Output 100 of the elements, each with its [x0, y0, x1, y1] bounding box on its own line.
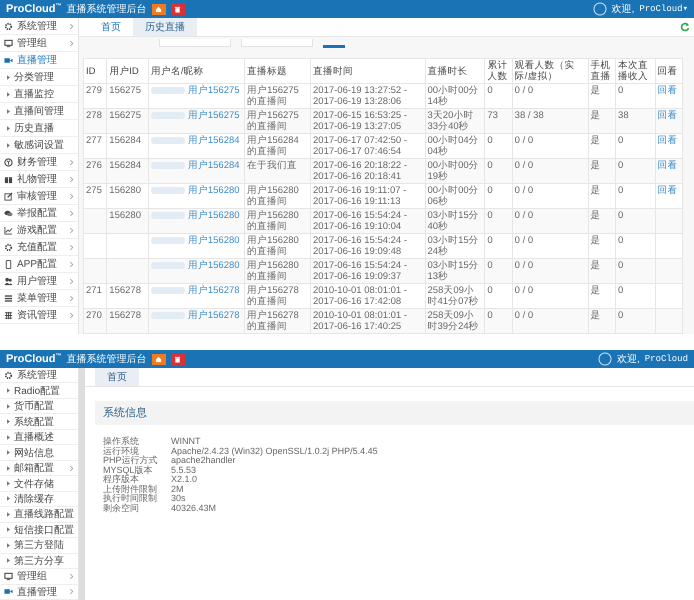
table-cell: 275 — [86, 185, 102, 196]
table-cell: 是 — [590, 210, 601, 221]
table-cell: 03小时15分24秒 — [428, 235, 479, 257]
table-cell: 用户156280的直播间 — [247, 235, 299, 257]
submenu-item[interactable]: 货币配置 — [0, 398, 78, 414]
tab[interactable]: 首页 — [95, 368, 139, 386]
avatar-icon[interactable] — [592, 2, 607, 16]
home-button[interactable] — [152, 4, 166, 14]
table-cell: 在于我们直 — [247, 160, 298, 171]
table-cell: 0 — [618, 285, 624, 296]
monitor-icon — [4, 572, 13, 581]
sidebar-item[interactable]: 系统管理 — [0, 368, 78, 384]
greeting: 欢迎, — [617, 352, 640, 366]
gear-icon — [4, 242, 13, 252]
sidebar-item[interactable]: 系统管理 — [0, 18, 78, 35]
coin-icon — [4, 158, 13, 166]
app-title: 直播系统管理后台 — [66, 2, 146, 16]
edit-icon — [4, 192, 13, 200]
table-cell: 0 / 0 — [514, 160, 534, 171]
tab[interactable]: 历史直播 — [133, 18, 197, 36]
submenu-item[interactable]: 直播间管理 — [0, 103, 78, 120]
trash-button[interactable] — [170, 354, 184, 364]
phone-icon — [4, 260, 13, 268]
table-cell: 258天09小时39分24秒 — [428, 310, 479, 332]
sidebar-item[interactable]: 用户管理 — [0, 273, 78, 290]
info-value: 2M — [171, 484, 185, 494]
submenu-item[interactable]: 直播概述 — [0, 430, 78, 446]
submenu-item[interactable]: 敏感词设置 — [0, 137, 78, 154]
chevron-icon — [69, 278, 74, 284]
table-cell: 用户156275的直播间 — [247, 85, 299, 107]
user-menu[interactable]: ProCloud — [644, 354, 688, 364]
table-cell: 0 / 0 — [514, 185, 534, 196]
sidebar-item[interactable]: 直播管理 — [0, 584, 78, 600]
table-cell: 0 — [618, 160, 624, 171]
column-header: ID — [84, 58, 107, 84]
submenu-item[interactable]: 第三方分享 — [0, 554, 78, 570]
submenu-item[interactable]: 系统配置 — [0, 414, 78, 430]
submenu-item[interactable]: 直播监控 — [0, 86, 78, 103]
caret-icon — [7, 126, 10, 130]
sidebar-item[interactable]: 菜单管理 — [0, 290, 78, 307]
camera-icon — [4, 56, 13, 64]
scrollbar[interactable] — [79, 368, 85, 600]
sidebar-item[interactable]: 充值配置 — [0, 239, 78, 256]
gear-icon — [4, 22, 13, 30]
logo: ProCloud$^{™}$ — [6, 3, 62, 15]
refresh-icon[interactable] — [680, 22, 690, 32]
column-header: 直播时长 — [425, 58, 485, 84]
submenu-item[interactable]: 第三方登陆 — [0, 538, 78, 554]
trash-icon — [174, 6, 181, 12]
chevron-icon — [69, 244, 74, 250]
submenu-item[interactable]: 直播线路配置 — [0, 507, 78, 523]
sidebar-item[interactable]: 财务管理 — [0, 154, 78, 171]
avatar-icon[interactable] — [598, 352, 612, 366]
table-cell: 258天09小时41分07秒 — [428, 285, 479, 307]
sidebar-item[interactable]: 直播管理 — [0, 52, 78, 69]
table-cell: 277 — [86, 135, 102, 146]
submenu-item[interactable]: 历史直播 — [0, 120, 78, 137]
input-field[interactable] — [241, 39, 313, 47]
table-cell: 0 — [487, 135, 493, 146]
chevron-icon — [69, 192, 74, 200]
table-cell: 0 — [487, 285, 493, 296]
home-button[interactable] — [152, 354, 166, 364]
info-value: 40326.43M — [171, 504, 218, 513]
submenu-item[interactable]: 短信接口配置 — [0, 522, 78, 538]
table-cell: 2017-06-16 15:54:24 - 2017-06-16 19:09:37 — [313, 260, 408, 282]
chevron-icon — [69, 176, 74, 182]
sidebar-item[interactable]: 资讯管理 — [0, 307, 78, 324]
table-cell: 0 — [487, 160, 493, 171]
submenu-item[interactable]: 网站信息 — [0, 445, 78, 461]
chevron-icon — [69, 294, 74, 302]
table-cell: 0 — [618, 210, 624, 221]
input-field[interactable] — [159, 39, 231, 47]
submenu-item[interactable]: 文件存储 — [0, 476, 78, 492]
trash-button[interactable] — [170, 4, 184, 14]
caret-icon — [7, 466, 10, 471]
caret-icon — [7, 92, 10, 96]
sidebar-item[interactable]: APP配置 — [0, 256, 78, 273]
submenu-item[interactable]: Radio配置 — [0, 383, 78, 399]
info-label: 上传附件限制 — [103, 484, 158, 494]
redaction-bar — [150, 87, 185, 94]
submenu-item[interactable]: 清除缓存 — [0, 492, 78, 508]
table-cell: 38 — [618, 110, 629, 121]
sidebar-item[interactable]: 礼物管理 — [0, 171, 78, 188]
sidebar-item[interactable]: 管理组 — [0, 569, 78, 585]
caret-icon — [7, 142, 10, 148]
column-header: 手机直播 — [588, 58, 616, 84]
chevron-icon — [69, 22, 74, 30]
sidebar-item[interactable]: 管理组 — [0, 35, 78, 52]
user-menu[interactable]: ProCloud▾ — [639, 4, 688, 14]
sidebar-item[interactable]: 游戏配置 — [0, 222, 78, 239]
sidebar-item[interactable]: 举报配置 — [0, 205, 78, 222]
table-cell: 00小时00分19秒 — [428, 160, 479, 182]
table-cell: 用户156275的直播间 — [247, 110, 299, 132]
chevron-icon — [69, 464, 74, 472]
submenu-item[interactable]: 邮箱配置 — [0, 460, 78, 476]
caret-icon — [7, 496, 10, 502]
sidebar-item[interactable]: 审核管理 — [0, 188, 78, 205]
info-value: 30s — [171, 494, 187, 504]
submenu-item[interactable]: 分类管理 — [0, 69, 78, 86]
home-icon — [155, 6, 162, 12]
